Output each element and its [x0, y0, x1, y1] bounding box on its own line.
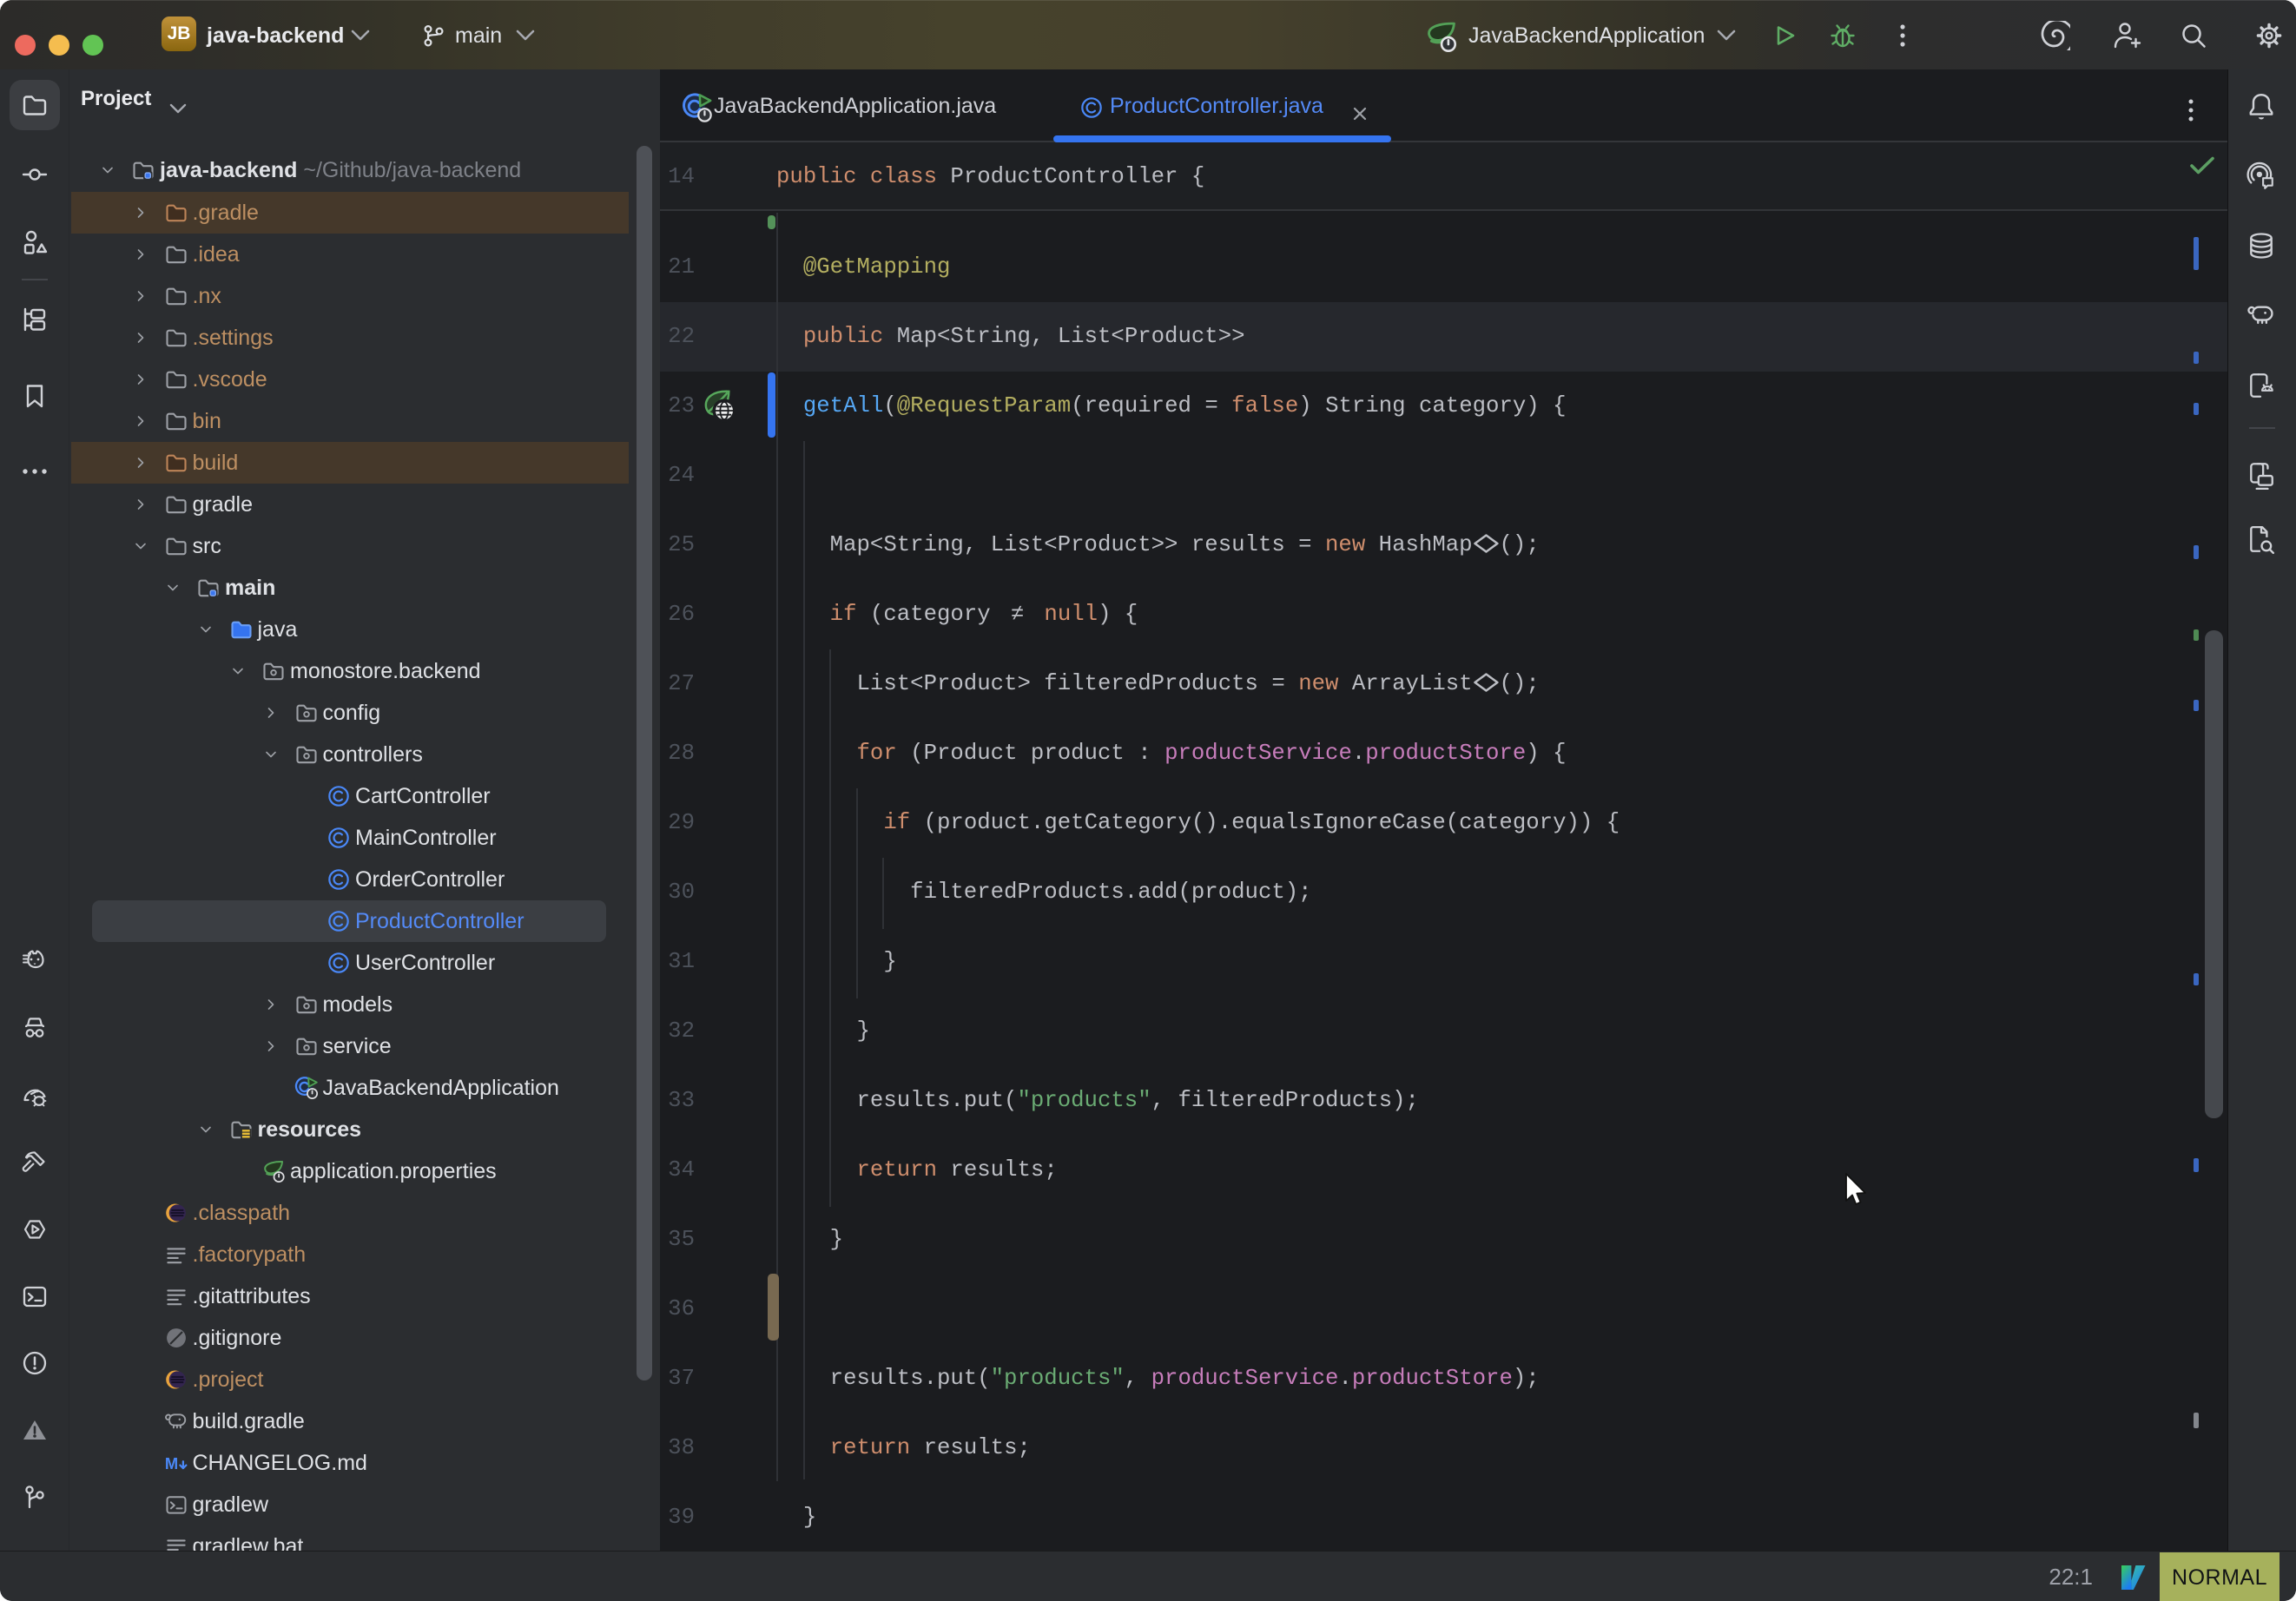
svg-text:M: M	[164, 1454, 177, 1473]
